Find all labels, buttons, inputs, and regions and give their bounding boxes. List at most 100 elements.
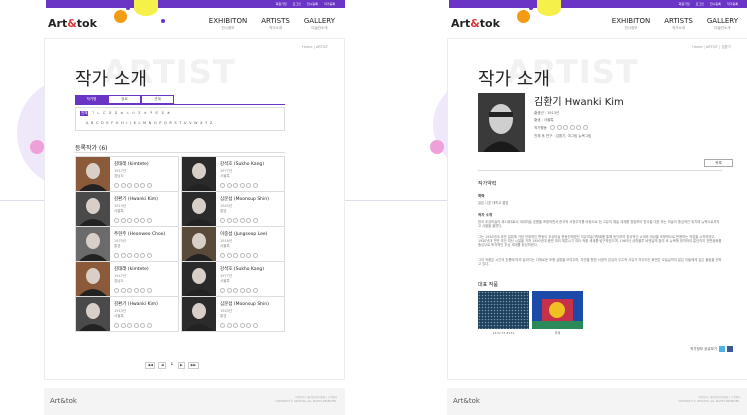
footer-logo[interactable]: Art&tok [50,397,77,405]
footer-logo[interactable]: Art&tok [453,397,480,405]
activity-icon[interactable] [226,323,232,328]
index-letter[interactable]: Y [205,121,207,125]
page-last-button[interactable]: ▶▶ [188,362,199,369]
index-letter[interactable]: K [134,121,136,125]
activity-icon[interactable] [246,323,251,328]
activity-icon[interactable] [140,323,145,328]
artist-card[interactable]: 이중섭 (Jungseop Lee) 1916년 서울특 [181,226,285,262]
activity-icon[interactable] [133,218,139,223]
index-letter[interactable]: F [111,121,113,125]
index-letter[interactable]: V [189,121,191,125]
index-letter[interactable]: L [138,121,140,125]
activity-icon[interactable] [220,288,225,293]
index-letter[interactable]: Q [164,121,167,125]
activity-icon[interactable] [140,183,145,188]
activity-icon[interactable] [120,323,126,328]
tab-relation[interactable]: 관계 [141,95,174,104]
activity-icon[interactable] [576,125,581,130]
activity-icon[interactable] [226,288,232,293]
index-letter[interactable]: Z [210,121,212,125]
index-letter[interactable]: ㅇ [132,111,135,116]
activity-icon[interactable] [246,183,251,188]
activity-icon[interactable] [556,125,562,130]
activity-icon[interactable] [127,288,132,293]
activity-icon[interactable] [146,253,152,258]
nav-gallery[interactable]: GALLERY 미술관소개 [304,17,335,31]
artist-card[interactable]: 김태래 (kimtete) 1917년 경남도 [75,261,179,297]
page-first-button[interactable]: ◀◀ [145,362,156,369]
activity-icon[interactable] [569,125,575,130]
index-letter[interactable]: T [179,121,181,125]
index-letter[interactable]: B [91,121,93,125]
index-letter[interactable]: ㅎ [167,111,170,116]
index-letter[interactable]: ㅍ [161,111,164,116]
top-link-login[interactable]: 로그인 [293,1,301,7]
site-logo[interactable]: Art&tok [48,17,97,30]
top-link-login[interactable]: 로그인 [696,1,704,7]
twitter-icon[interactable] [719,346,725,352]
activity-icon[interactable] [220,183,225,188]
activity-icon[interactable] [226,253,232,258]
activity-icon[interactable] [233,183,238,188]
index-letter[interactable]: D [101,121,104,125]
activity-icon[interactable] [563,125,568,130]
activity-icon[interactable] [146,288,152,293]
index-letter[interactable]: M [143,121,146,125]
index-letter[interactable]: O [154,121,157,125]
activity-icon[interactable] [252,253,258,258]
facebook-icon[interactable] [727,346,733,352]
index-letter[interactable]: ㅂ [120,111,123,116]
activity-icon[interactable] [252,183,258,188]
activity-icon[interactable] [114,253,119,258]
activity-icon[interactable] [220,218,225,223]
top-link-exhibit-register[interactable]: 전시등록 [307,1,318,7]
artist-card[interactable]: 강석호 (Sukho Kang) 1977년 서울특 [181,261,285,297]
activity-icon[interactable] [146,183,152,188]
list-button[interactable]: 목록 [704,159,733,167]
activity-icon[interactable] [120,253,126,258]
index-letter[interactable]: ㅌ [155,111,158,116]
activity-icon[interactable] [120,183,126,188]
index-letter[interactable]: ㄴ [97,111,100,116]
index-letter[interactable]: ㄹ [109,111,112,116]
index-letter[interactable]: ㅈ [138,111,141,116]
activity-icon[interactable] [246,288,251,293]
top-link-exhibit-register[interactable]: 전시등록 [710,1,721,7]
activity-icon[interactable] [133,323,139,328]
activity-icon[interactable] [233,323,238,328]
nav-artists[interactable]: ARTISTS 작가소개 [261,17,290,31]
nav-exhibition[interactable]: EXHIBITON 전시정보 [612,17,650,31]
index-letter[interactable]: R [169,121,171,125]
activity-icon[interactable] [120,288,126,293]
activity-icon[interactable] [133,288,139,293]
index-letter[interactable]: ㅊ [144,111,147,116]
top-link-signup[interactable]: 회원가입 [679,1,690,7]
activity-icon[interactable] [133,183,139,188]
index-letter[interactable]: ㄷ [103,111,106,116]
activity-icon[interactable] [133,253,139,258]
activity-icon[interactable] [146,218,152,223]
index-letter[interactable]: C [96,121,98,125]
activity-icon[interactable] [220,253,225,258]
tab-genre[interactable]: 장르 [108,95,141,104]
activity-icon[interactable] [120,218,126,223]
nav-artists[interactable]: ARTISTS 작가소개 [664,17,693,31]
activity-icon[interactable] [252,218,258,223]
activity-icon[interactable] [114,183,119,188]
activity-icon[interactable] [246,218,251,223]
artist-card[interactable]: 추현주 (Heonweo Choo) 1970년 통영 [75,226,179,262]
artist-card[interactable]: 김태래 (kimtete) 1917년 경남도 [75,156,179,192]
index-all-button[interactable]: 전체 [80,111,89,116]
artwork-thumbnail[interactable] [532,291,583,329]
activity-icon[interactable] [114,218,119,223]
activity-icon[interactable] [220,323,225,328]
index-letter[interactable]: H [121,121,124,125]
activity-icon[interactable] [239,183,245,188]
nav-exhibition[interactable]: EXHIBITON 전시정보 [209,17,247,31]
artwork-thumbnail[interactable] [478,291,529,329]
activity-icon[interactable] [233,288,238,293]
top-link-artist-register[interactable]: 작가등록 [324,1,335,7]
activity-icon[interactable] [550,125,555,130]
index-letter[interactable]: ㅅ [126,111,129,116]
artist-card[interactable]: 김환기 (Hwanki Kim) 1913년 서울특 [75,191,179,227]
